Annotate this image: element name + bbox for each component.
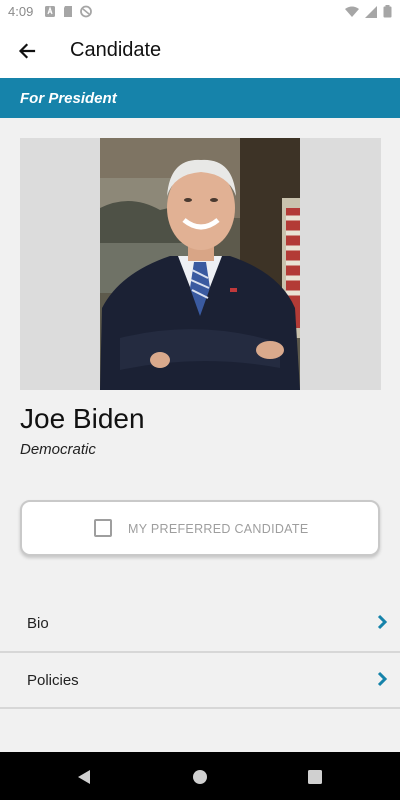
app-bar: Candidate bbox=[0, 24, 400, 78]
wifi-icon bbox=[345, 6, 359, 17]
preferred-candidate-toggle[interactable]: MY PREFERRED CANDIDATE bbox=[20, 500, 380, 556]
battery-icon bbox=[383, 5, 392, 18]
navigation-bar bbox=[0, 752, 400, 800]
status-time: 4:09 bbox=[8, 4, 34, 19]
status-bar: 4:09 bbox=[0, 0, 400, 24]
sync-icon bbox=[80, 5, 92, 18]
circle-home-icon bbox=[193, 770, 207, 784]
nav-recents-button[interactable] bbox=[304, 766, 326, 788]
nav-home-button[interactable] bbox=[189, 766, 211, 788]
preferred-checkbox[interactable] bbox=[94, 519, 112, 537]
arrow-back-icon bbox=[18, 43, 36, 59]
list-item-label: Bio bbox=[27, 615, 49, 632]
cellular-signal-icon bbox=[365, 5, 377, 18]
candidate-photo-frame bbox=[20, 138, 381, 390]
system-icons bbox=[345, 5, 392, 18]
page-title: Candidate bbox=[70, 39, 162, 61]
app-notification-icon bbox=[45, 6, 55, 17]
candidate-portrait-image bbox=[100, 138, 300, 390]
candidate-party: Democratic bbox=[20, 441, 96, 458]
preferred-candidate-label: MY PREFERRED CANDIDATE bbox=[128, 522, 309, 536]
square-recents-icon bbox=[308, 770, 322, 784]
candidate-photo bbox=[100, 138, 300, 390]
notification-icons bbox=[44, 5, 92, 18]
chevron-right-icon bbox=[377, 614, 388, 630]
sd-card-icon bbox=[64, 6, 72, 17]
chevron-right-icon bbox=[377, 671, 388, 687]
candidate-name: Joe Biden bbox=[20, 403, 145, 434]
list-item-label: Policies bbox=[27, 672, 79, 689]
race-label: For President bbox=[20, 90, 117, 107]
nav-back-button[interactable] bbox=[73, 766, 95, 788]
race-banner: For President bbox=[0, 78, 400, 118]
list-item-policies[interactable]: Policies bbox=[0, 653, 400, 708]
list-item-bio[interactable]: Bio bbox=[0, 596, 400, 651]
triangle-back-icon bbox=[78, 770, 90, 784]
back-button[interactable] bbox=[12, 36, 42, 66]
divider bbox=[0, 707, 400, 709]
